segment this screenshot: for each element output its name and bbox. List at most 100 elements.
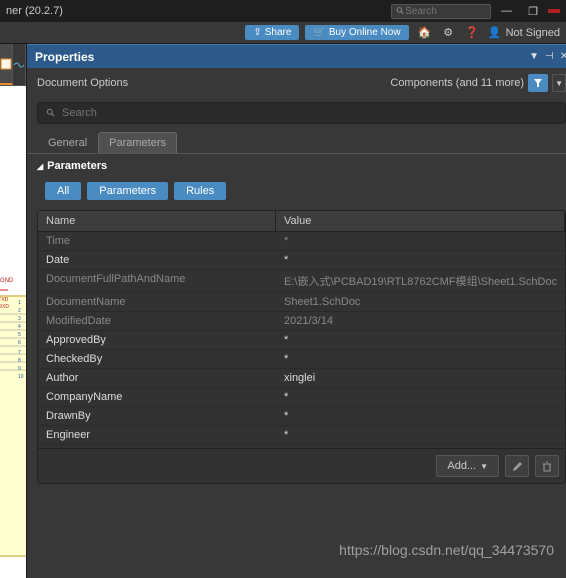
svg-text:8: 8 [18, 358, 21, 364]
table-row[interactable]: Date* [38, 251, 565, 270]
gear-icon[interactable]: ⚙ [440, 26, 456, 39]
column-header-value[interactable]: Value [276, 211, 565, 231]
panel-search-input[interactable] [62, 107, 557, 119]
help-icon[interactable]: ❓ [462, 26, 482, 39]
cell-name: DrawnBy [38, 407, 276, 425]
cell-value: E:\嵌入式\PCBAD19\RTL8762CMF模组\Sheet1.SchDo… [276, 270, 565, 292]
close-button[interactable] [548, 9, 560, 13]
cell-value: * [276, 426, 565, 444]
cell-value: * [276, 251, 565, 269]
cell-name: ModifiedDate [38, 312, 276, 330]
titlebar: ner (20.2.7) — ❐ [0, 0, 566, 22]
tab-general[interactable]: General [37, 132, 98, 153]
cell-name: ApprovedBy [38, 331, 276, 349]
home-icon[interactable]: 🏠 [415, 26, 435, 39]
svg-text:3: 3 [18, 316, 21, 322]
document-icon [0, 58, 12, 70]
table-row[interactable]: DocumentFullPathAndNameE:\嵌入式\PCBAD19\RT… [38, 270, 565, 293]
buy-online-button[interactable]: 🛒Buy Online Now [305, 25, 408, 40]
table-row[interactable]: Engineer* [38, 426, 565, 445]
svg-text:GND: GND [0, 278, 14, 284]
cell-value: * [276, 445, 565, 448]
svg-text:D_TXD: D_TXD [0, 297, 9, 303]
global-search-input[interactable] [405, 6, 486, 17]
svg-text:4: 4 [18, 324, 21, 330]
panel-title: Properties [35, 50, 94, 64]
cell-name: DocumentName [38, 293, 276, 311]
table-row[interactable]: CheckedBy* [38, 350, 565, 369]
table-row[interactable]: ApprovedBy* [38, 331, 565, 350]
tab-parameters[interactable]: Parameters [98, 132, 177, 153]
account-status[interactable]: 👤Not Signed [488, 26, 560, 39]
table-row[interactable]: Organization* [38, 445, 565, 448]
app-title: ner (20.2.7) [6, 5, 63, 17]
sidebar-tab-1[interactable] [0, 44, 13, 85]
share-icon: ⇪ [253, 27, 261, 38]
cell-value: * [276, 232, 565, 250]
add-button[interactable]: Add...▼ [436, 455, 499, 477]
trash-icon [542, 461, 552, 472]
filter-dropdown-chevron[interactable]: ▼ [552, 74, 566, 92]
svg-text:1: 1 [18, 300, 21, 306]
properties-panel: Properties ▼ ⊣ ✕ Document Options Compon… [26, 44, 566, 578]
collapse-icon: ◢ [37, 162, 43, 171]
svg-text:D_RXD: D_RXD [0, 304, 9, 310]
cart-icon: 🛒 [313, 27, 325, 38]
table-row[interactable]: CompanyName* [38, 388, 565, 407]
cell-name: CheckedBy [38, 350, 276, 368]
chevron-down-icon: ▼ [480, 462, 488, 471]
search-icon [396, 6, 405, 16]
cell-value: 2021/3/14 [276, 312, 565, 330]
edit-button[interactable] [505, 455, 529, 477]
sidebar-tab-2[interactable] [13, 44, 26, 85]
panel-pin-icon[interactable]: ⊣ [545, 51, 554, 62]
cell-name: Organization [38, 445, 276, 448]
cell-value: * [276, 388, 565, 406]
svg-text:5: 5 [18, 332, 21, 338]
panel-close-icon[interactable]: ✕ [560, 51, 566, 62]
svg-text:2: 2 [18, 308, 21, 314]
panel-header: Properties ▼ ⊣ ✕ [27, 44, 566, 68]
table-row[interactable]: Authorxinglei [38, 369, 565, 388]
filter-button[interactable] [528, 74, 548, 92]
cell-value: xinglei [276, 369, 565, 387]
column-header-name[interactable]: Name [38, 211, 276, 231]
table-row[interactable]: DrawnBy* [38, 407, 565, 426]
pill-all[interactable]: All [45, 182, 81, 200]
svg-text:6: 6 [18, 340, 21, 346]
schematic-thumbnail: GND D_TXD D_RXD 1 2 3 4 5 6 7 8 9 10 [0, 86, 26, 578]
pill-rules[interactable]: Rules [174, 182, 226, 200]
main-toolbar: ⇪Share 🛒Buy Online Now 🏠 ⚙ ❓ 👤Not Signed [0, 22, 566, 44]
table-row[interactable]: ModifiedDate2021/3/14 [38, 312, 565, 331]
waves-icon [13, 59, 25, 71]
parameters-table: Name Value Time*Date*DocumentFullPathAnd… [37, 210, 566, 484]
left-sidebar: GND D_TXD D_RXD 1 2 3 4 5 6 7 8 9 10 [0, 44, 26, 578]
table-row[interactable]: Time* [38, 232, 565, 251]
table-row[interactable]: DocumentNameSheet1.SchDoc [38, 293, 565, 312]
document-options-label: Document Options [37, 77, 128, 89]
share-button[interactable]: ⇪Share [245, 25, 299, 40]
maximize-button[interactable]: ❐ [522, 5, 544, 18]
cell-value: Sheet1.SchDoc [276, 293, 565, 311]
minimize-button[interactable]: — [495, 5, 518, 17]
cell-name: CompanyName [38, 388, 276, 406]
pencil-icon [512, 461, 523, 472]
panel-dropdown-icon[interactable]: ▼ [529, 51, 539, 62]
cell-value: * [276, 350, 565, 368]
section-header-parameters[interactable]: ◢ Parameters [27, 154, 566, 176]
panel-search[interactable] [37, 102, 566, 124]
pill-parameters[interactable]: Parameters [87, 182, 168, 200]
svg-text:9: 9 [18, 366, 21, 372]
cell-name: Engineer [38, 426, 276, 444]
svg-text:7: 7 [18, 350, 21, 356]
cell-name: Author [38, 369, 276, 387]
global-search[interactable] [391, 4, 491, 19]
search-icon [46, 108, 56, 118]
svg-text:10: 10 [18, 374, 24, 380]
components-dropdown-label: Components (and 11 more) [390, 77, 524, 89]
funnel-icon [533, 78, 543, 88]
delete-button[interactable] [535, 455, 559, 477]
cell-name: Time [38, 232, 276, 250]
cell-value: * [276, 331, 565, 349]
cell-name: Date [38, 251, 276, 269]
